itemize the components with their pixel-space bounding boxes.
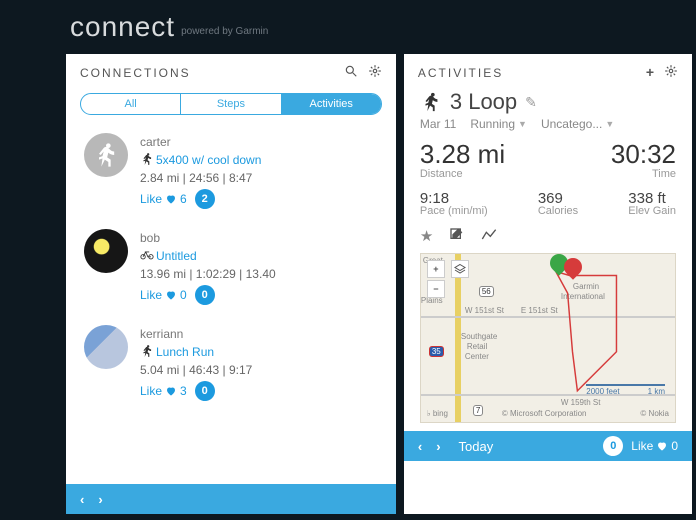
favorite-icon[interactable]: ★ xyxy=(420,227,433,247)
stat-time: 30:32 xyxy=(611,139,676,170)
feed-item: bob Untitled 13.96 mi | 1:02:29 | 13.40 … xyxy=(84,221,382,317)
connections-footer: ‹ › xyxy=(66,484,396,514)
prev-icon[interactable]: ‹ xyxy=(418,439,422,454)
like-button[interactable]: Like 0 xyxy=(631,439,678,453)
add-icon[interactable]: + xyxy=(646,64,654,81)
activity-type-select[interactable]: Running▼ xyxy=(470,117,527,131)
connections-panel: CONNECTIONS All Steps Activities xyxy=(66,54,396,514)
connections-tabs: All Steps Activities xyxy=(80,93,382,115)
app-header: connect powered by Garmin xyxy=(0,0,696,54)
feed-username[interactable]: bob xyxy=(140,229,382,247)
like-button[interactable]: Like 3 xyxy=(140,382,187,400)
activity-link[interactable]: Lunch Run xyxy=(140,343,382,361)
prev-icon[interactable]: ‹ xyxy=(80,492,84,507)
tab-steps[interactable]: Steps xyxy=(181,94,281,114)
activity-map[interactable]: Great Plains W 151st St E 151st St Garmi… xyxy=(420,253,676,423)
gear-icon[interactable] xyxy=(664,64,678,81)
like-button[interactable]: Like 6 xyxy=(140,190,187,208)
activities-title: ACTIVITIES xyxy=(418,66,503,80)
activities-footer: ‹ › Today 0 Like 0 xyxy=(404,431,692,461)
activity-link[interactable]: Untitled xyxy=(140,247,382,265)
next-icon[interactable]: › xyxy=(436,439,440,454)
next-icon[interactable]: › xyxy=(98,492,102,507)
today-button[interactable]: Today xyxy=(459,439,494,454)
avatar[interactable] xyxy=(84,325,128,369)
connections-title: CONNECTIONS xyxy=(80,66,191,80)
tab-activities[interactable]: Activities xyxy=(282,94,381,114)
activity-meta: 5.04 mi | 46:43 | 9:17 xyxy=(140,361,382,379)
avatar[interactable] xyxy=(84,229,128,273)
chart-icon[interactable] xyxy=(481,227,497,247)
map-scale: 2000 feet1 km xyxy=(586,384,665,396)
map-layers-icon[interactable] xyxy=(451,260,469,278)
gear-icon[interactable] xyxy=(368,64,382,81)
activity-name: 3 Loop xyxy=(450,89,517,115)
app-logo: connect xyxy=(70,11,175,43)
comment-bubble[interactable]: 0 xyxy=(603,436,623,456)
edit-icon[interactable]: ✎ xyxy=(525,94,537,111)
comment-bubble[interactable]: 2 xyxy=(195,189,215,209)
activity-meta: 2.84 mi | 24:56 | 8:47 xyxy=(140,169,382,187)
feed-item: carter 5x400 w/ cool down 2.84 mi | 24:5… xyxy=(84,125,382,221)
feed-username[interactable]: carter xyxy=(140,133,382,151)
zoom-out-button[interactable]: − xyxy=(427,280,445,298)
edit-details-icon[interactable] xyxy=(449,227,465,247)
activity-category-select[interactable]: Uncatego...▼ xyxy=(541,117,614,131)
comment-bubble[interactable]: 0 xyxy=(195,285,215,305)
activity-type-icon xyxy=(420,91,442,113)
tab-all[interactable]: All xyxy=(81,94,181,114)
feed-item: kerriann Lunch Run 5.04 mi | 46:43 | 9:1… xyxy=(84,317,382,413)
activity-date: Mar 11 xyxy=(420,117,456,131)
activity-link[interactable]: 5x400 w/ cool down xyxy=(140,151,382,169)
like-button[interactable]: Like 0 xyxy=(140,286,187,304)
zoom-in-button[interactable]: + xyxy=(427,260,445,278)
activities-panel: ACTIVITIES + 3 Loop ✎ Mar 11 Running▼ Un… xyxy=(404,54,692,514)
stat-distance: 3.28 mi xyxy=(420,139,505,170)
connections-feed: carter 5x400 w/ cool down 2.84 mi | 24:5… xyxy=(66,125,396,484)
end-pin-icon xyxy=(564,258,582,276)
activity-meta: 13.96 mi | 1:02:29 | 13.40 xyxy=(140,265,382,283)
feed-username[interactable]: kerriann xyxy=(140,325,382,343)
comment-bubble[interactable]: 0 xyxy=(195,381,215,401)
avatar[interactable] xyxy=(84,133,128,177)
search-icon[interactable] xyxy=(344,64,358,81)
powered-label: powered by Garmin xyxy=(181,26,268,37)
